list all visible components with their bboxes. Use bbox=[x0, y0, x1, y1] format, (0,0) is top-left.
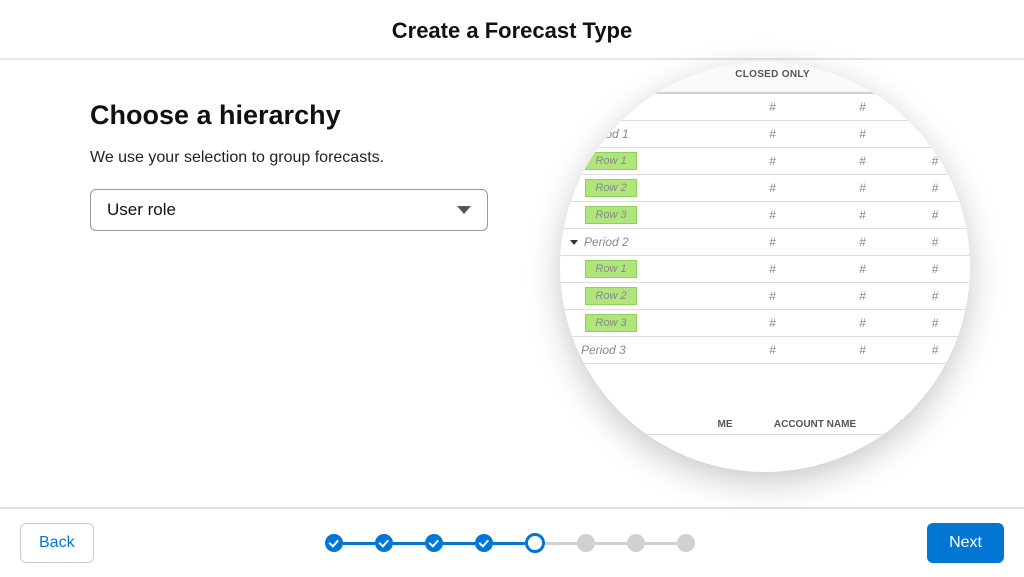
preview-row-cell: Row 1 bbox=[585, 152, 637, 170]
preview-footer-col: ME bbox=[695, 419, 755, 430]
preview-footer-col: AMOUNT bbox=[875, 419, 965, 430]
step-indicator bbox=[627, 534, 645, 552]
preview-period: Period 1 bbox=[560, 127, 720, 141]
step-connector bbox=[545, 542, 577, 545]
preview-period: Period 2 bbox=[560, 235, 720, 249]
step-connector bbox=[595, 542, 627, 545]
step-description: We use your selection to group forecasts… bbox=[90, 149, 500, 167]
preview-row-cell: Row 1 bbox=[585, 260, 637, 278]
step-connector bbox=[645, 542, 677, 545]
preview-row-cell: Row 2 bbox=[585, 287, 637, 305]
step-connector bbox=[493, 542, 525, 545]
preview-col-header: BES bbox=[900, 69, 970, 80]
preview-col-header: COMMIT bbox=[825, 69, 900, 80]
step-indicator bbox=[325, 534, 343, 552]
step-connector bbox=[393, 542, 425, 545]
modal-header: Create a Forecast Type bbox=[0, 0, 1024, 60]
step-connector bbox=[443, 542, 475, 545]
progress-stepper bbox=[325, 533, 695, 553]
step-heading: Choose a hierarchy bbox=[90, 100, 500, 131]
step-indicator bbox=[475, 534, 493, 552]
step-indicator bbox=[577, 534, 595, 552]
modal-title: Create a Forecast Type bbox=[0, 18, 1024, 44]
preview-period: Period 3 bbox=[560, 343, 720, 357]
back-button[interactable]: Back bbox=[20, 523, 94, 563]
step-indicator bbox=[425, 534, 443, 552]
preview-row-cell: Row 3 bbox=[585, 314, 637, 332]
hierarchy-select[interactable]: User role bbox=[90, 189, 488, 231]
hierarchy-select-value: User role bbox=[107, 200, 176, 220]
preview-illustration: CLOSED ONLYCOMMITBESLS###Period 1###Row … bbox=[560, 62, 970, 472]
step-indicator bbox=[677, 534, 695, 552]
preview-footer-col: ACCOUNT NAME bbox=[755, 419, 875, 430]
step-connector bbox=[343, 542, 375, 545]
preview-row-cell: Row 3 bbox=[585, 206, 637, 224]
step-indicator bbox=[375, 534, 393, 552]
preview-col-header: CLOSED ONLY bbox=[720, 69, 825, 80]
next-button[interactable]: Next bbox=[927, 523, 1004, 563]
preview-row-cell: Row 2 bbox=[585, 179, 637, 197]
preview-section-label: LS bbox=[560, 101, 720, 113]
step-indicator bbox=[525, 533, 545, 553]
chevron-down-icon bbox=[457, 206, 471, 214]
